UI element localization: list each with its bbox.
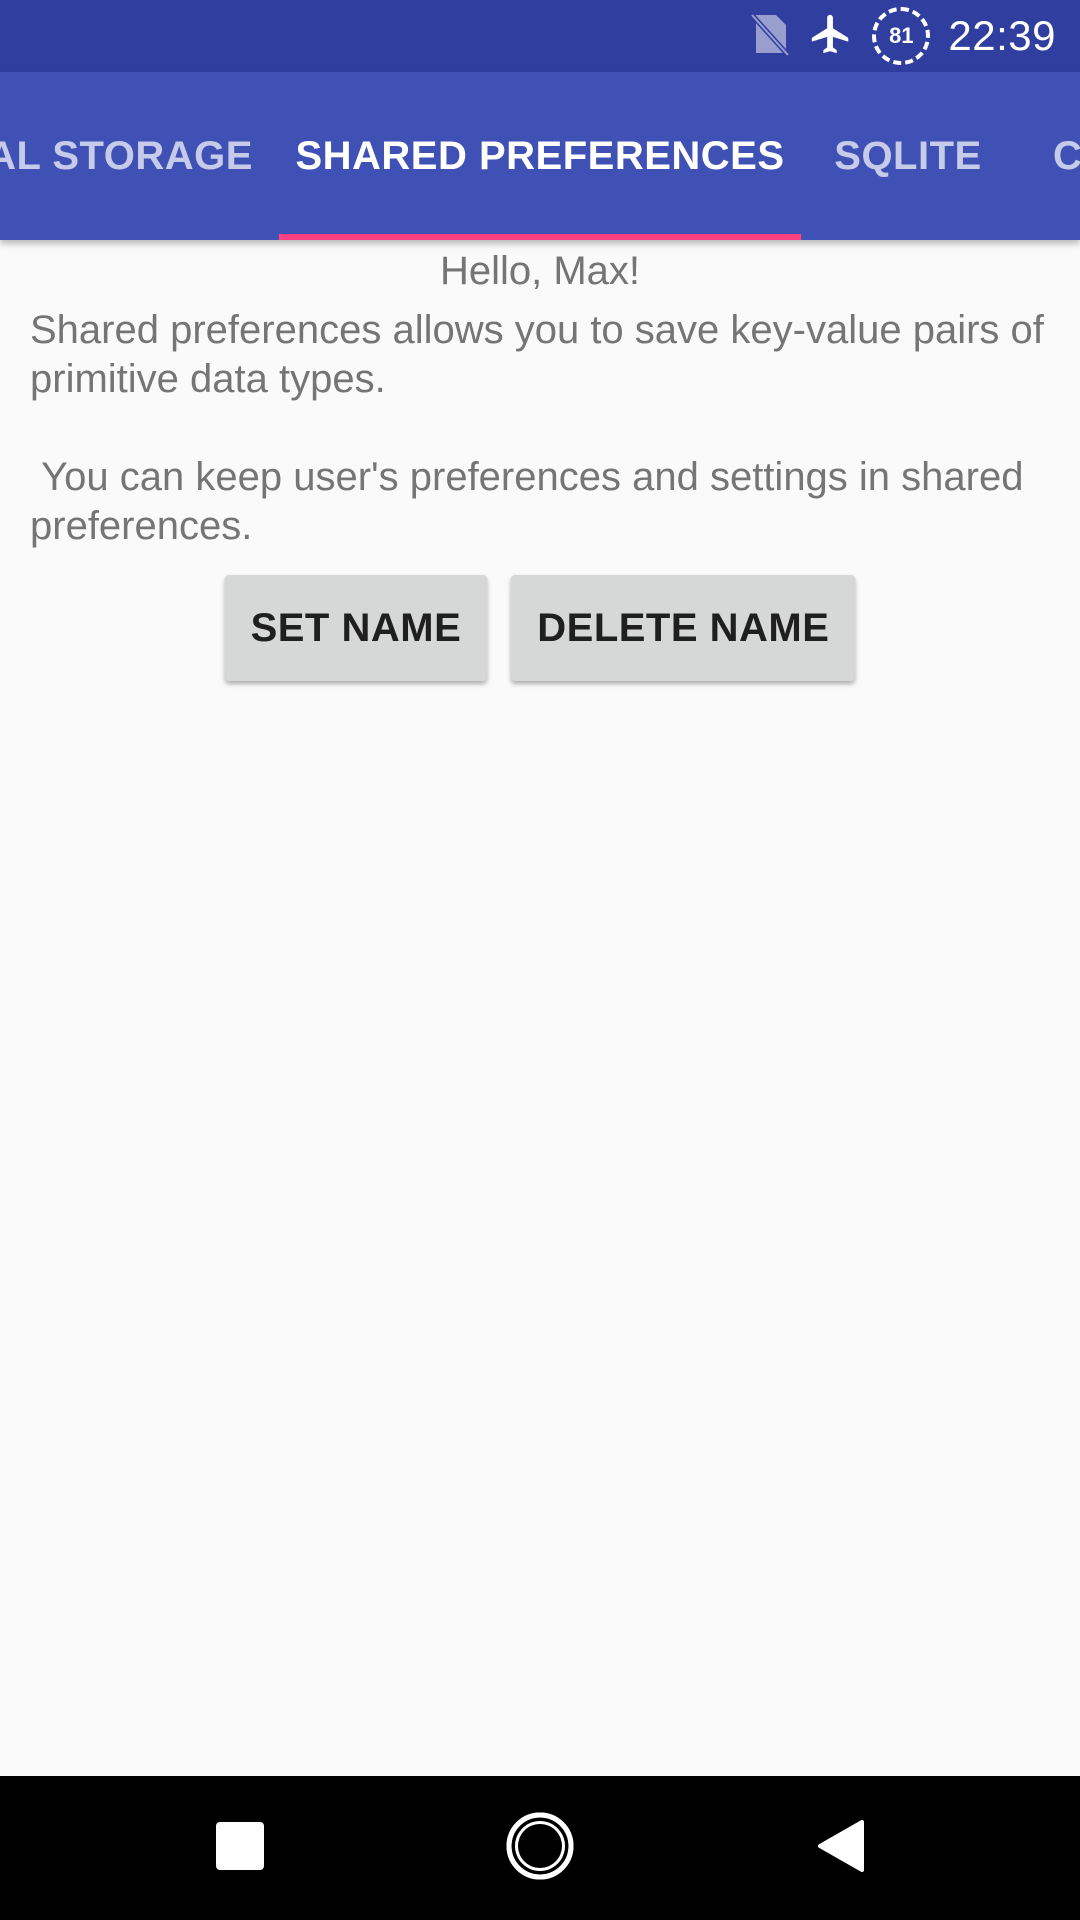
recents-button[interactable] [168,1776,312,1920]
back-icon [814,1818,866,1878]
status-bar: 81 22:39 [0,0,1080,72]
recents-icon [214,1820,266,1876]
status-icons: 81 22:39 [750,0,1056,72]
description-paragraph-2: You can keep user's preferences and sett… [30,455,1035,548]
home-button[interactable] [468,1776,612,1920]
no-sim-icon [750,11,791,61]
tab-shared-preferences[interactable]: SHARED PREFERENCES [279,72,801,240]
set-name-button[interactable]: SET NAME [224,575,488,681]
tab-next-partial[interactable]: C [1015,72,1080,240]
app-screen: 81 22:39 AL STORAGE SHARED PREFERENCES S… [0,0,1080,1920]
greeting-text: Hello, Max! [439,249,641,293]
airplane-mode-icon [808,11,854,61]
description-paragraph-1: Shared preferences allows you to save ke… [30,308,1055,401]
button-row: SET NAME DELETE NAME [0,575,1080,681]
tab-internal-storage[interactable]: AL STORAGE [0,72,280,240]
tab-bar: AL STORAGE SHARED PREFERENCES SQLITE C [0,72,1080,240]
battery-level: 81 [889,23,914,48]
back-button[interactable] [768,1776,912,1920]
delete-name-button[interactable]: DELETE NAME [511,575,856,681]
home-icon [505,1811,575,1885]
navigation-bar [0,1776,1080,1920]
main-content: Hello, Max! Shared preferences allows yo… [0,240,1080,681]
battery-saver-icon: 81 [872,7,931,65]
status-time: 22:39 [948,12,1056,59]
tab-sqlite[interactable]: SQLITE [801,72,1015,240]
description-text: Shared preferences allows you to save ke… [30,306,1050,551]
